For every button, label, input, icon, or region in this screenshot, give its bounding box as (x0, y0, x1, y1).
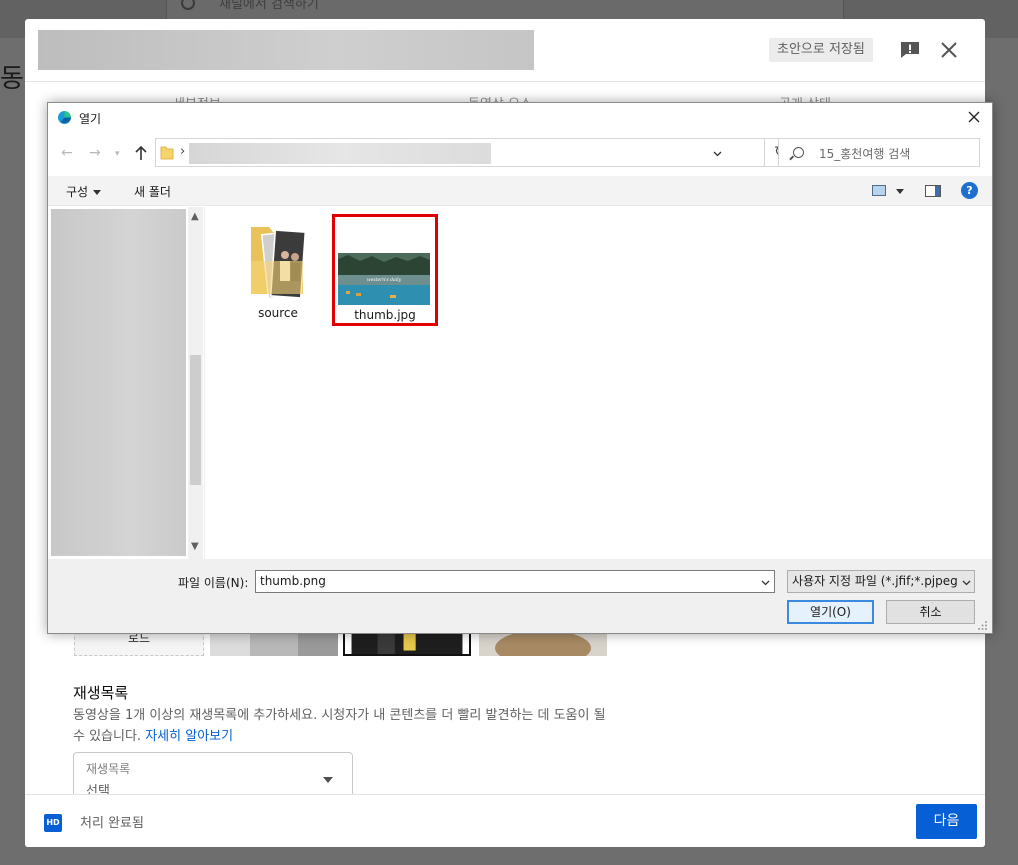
background-page-heading: 동 (0, 64, 24, 94)
scroll-down-icon[interactable]: ▼ (191, 541, 199, 552)
command-bar: 구성 새 폴더 ? (48, 176, 992, 206)
filename-value: thumb.png (260, 574, 326, 588)
playlist-title: 재생목록 (73, 684, 129, 702)
hd-icon: HD (44, 814, 62, 832)
app-icon (58, 111, 71, 124)
recent-locations-chevron-icon[interactable]: ▾ (115, 149, 120, 159)
navigation-pane-scrollbar[interactable]: ▲ ▼ (188, 207, 203, 559)
dialog-title: 열기 (79, 112, 102, 126)
modal-footer: HD 처리 완료됨 다음 (25, 794, 985, 847)
cancel-button[interactable]: 취소 (886, 600, 975, 624)
feedback-icon[interactable] (900, 41, 920, 59)
file-list: source western's daily thumb.jpg (205, 207, 992, 559)
filename-label: 파일 이름(N): (178, 576, 249, 590)
file-type-filter-select[interactable]: 사용자 지정 파일 (*.jfif;*.pjpeg (787, 570, 975, 593)
chevron-down-icon[interactable] (761, 578, 770, 587)
close-icon[interactable] (938, 39, 960, 61)
playlist-description: 동영상을 1개 이상의 재생목록에 추가하세요. 시청자가 내 콘텐츠를 더 빨… (73, 705, 613, 747)
scroll-up-icon[interactable]: ▲ (191, 211, 199, 222)
folder-icon (160, 146, 174, 160)
modal-header-divider (25, 81, 985, 82)
chevron-down-icon[interactable] (962, 578, 971, 587)
navigation-pane-redacted[interactable] (51, 209, 186, 556)
address-bar[interactable]: › (155, 138, 765, 167)
organize-label: 구성 (66, 185, 89, 199)
chevron-down-icon[interactable] (713, 149, 722, 158)
view-options-chevron-icon[interactable] (896, 189, 904, 194)
learn-more-link[interactable]: 자세히 알아보기 (145, 729, 233, 744)
image-thumbnail-preview: western's daily (338, 253, 430, 305)
open-button[interactable]: 열기(O) (787, 600, 874, 624)
background-search-placeholder: 채널에서 검색하기 (219, 0, 319, 12)
folder-with-photos-icon (251, 227, 307, 300)
processing-status: 처리 완료됨 (80, 816, 144, 831)
redacted-video-title (38, 30, 534, 70)
scrollbar-thumb[interactable] (190, 355, 201, 485)
folder-search-input[interactable]: 15_홍천여행 검색 (778, 138, 980, 167)
change-view-icon[interactable] (872, 185, 886, 196)
breadcrumb-separator-icon: › (180, 144, 186, 159)
file-item-source-folder[interactable]: source (240, 217, 316, 320)
draft-saved-badge: 초안으로 저장됨 (769, 38, 873, 62)
thumbnail-caption-text: western's daily (367, 277, 402, 283)
search-icon (793, 147, 804, 158)
dialog-bottom-bar: 파일 이름(N): thumb.png 사용자 지정 파일 (*.jfif;*.… (48, 559, 992, 633)
file-name: thumb.jpg (354, 308, 416, 322)
filename-input[interactable]: thumb.png (255, 570, 775, 593)
forward-arrow-icon[interactable]: → (89, 145, 101, 161)
new-folder-button[interactable]: 새 폴더 (134, 183, 171, 200)
organize-button[interactable]: 구성 (66, 183, 102, 200)
chevron-down-icon (93, 190, 102, 195)
help-icon[interactable]: ? (961, 182, 978, 199)
open-file-dialog: 열기 ← → ▾ › ↻ 15_홍천여행 검색 구성 새 폴더 ? ▲ ▼ (47, 102, 993, 634)
file-name: source (258, 306, 298, 320)
resize-grip-icon[interactable] (978, 621, 988, 631)
next-button[interactable]: 다음 (916, 804, 977, 839)
dialog-close-icon[interactable] (966, 109, 982, 125)
file-item-thumb-jpg-highlighted[interactable]: western's daily thumb.jpg (332, 214, 438, 326)
playlist-select-label: 재생목록 (86, 762, 131, 776)
redacted-path (189, 143, 491, 164)
background-search-box: 채널에서 검색하기 (166, 0, 844, 20)
back-arrow-icon[interactable]: ← (61, 145, 73, 161)
folder-search-placeholder: 15_홍천여행 검색 (819, 147, 911, 161)
dropdown-arrow-icon (323, 777, 333, 783)
search-icon (181, 0, 195, 10)
preview-pane-icon[interactable] (925, 185, 941, 197)
file-type-filter-value: 사용자 지정 파일 (*.jfif;*.pjpeg (792, 574, 958, 588)
dialog-titlebar[interactable]: 열기 (48, 103, 992, 133)
up-arrow-icon[interactable] (134, 145, 148, 161)
